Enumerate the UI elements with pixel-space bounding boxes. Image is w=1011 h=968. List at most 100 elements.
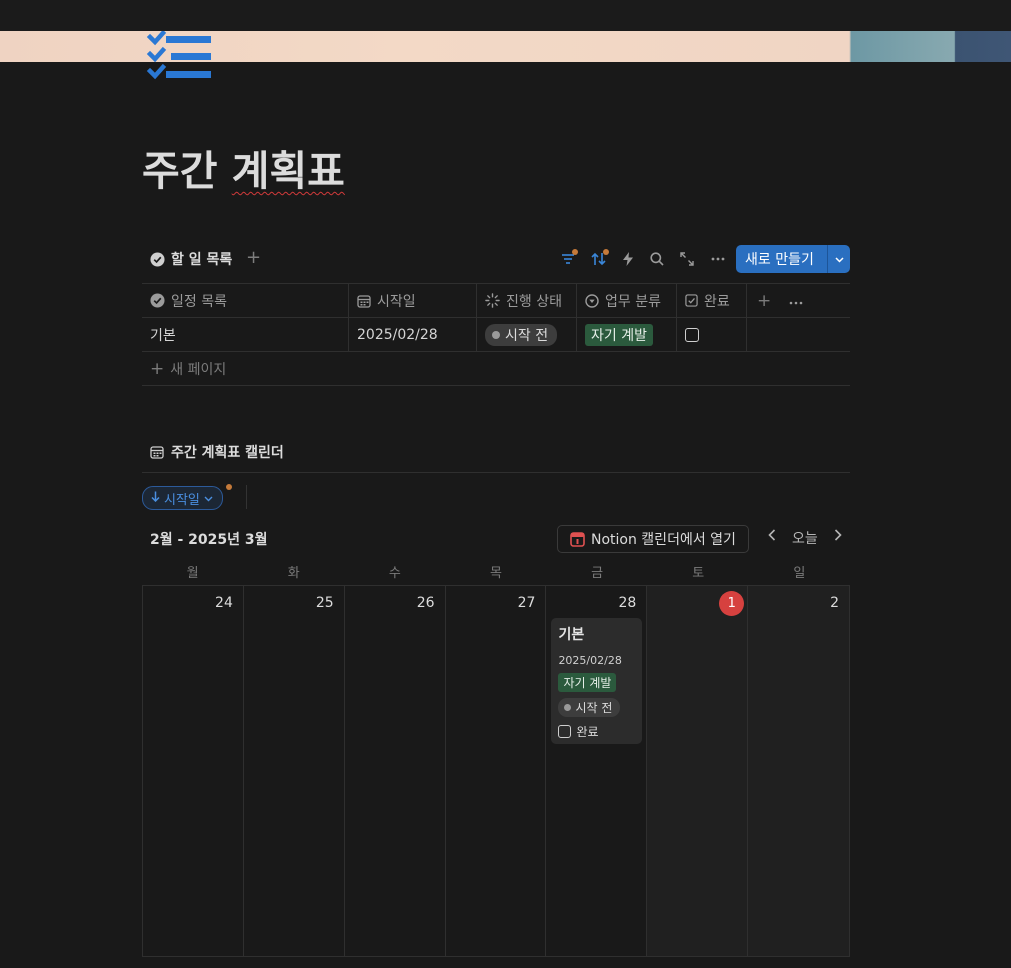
chevron-down-icon[interactable] [828,253,850,266]
calendar-day[interactable]: 27 [446,586,547,956]
database-tab[interactable]: 할 일 목록 [150,249,232,269]
checklist-icon[interactable] [146,29,214,89]
calendar-day-today[interactable]: 1 [647,586,749,956]
add-view-icon[interactable]: + [246,247,261,268]
table-header-row: 일정 목록 시작일 진행 상태 업무 분류 완료 + [142,284,850,318]
page-title[interactable]: 주간 계획표 [142,137,345,197]
calendar-event-card[interactable]: 기본 2025/02/28 자기 계발 시작 전 완료 [551,618,643,744]
day-number: 26 [416,595,435,611]
filter-icon[interactable] [558,249,578,269]
weekday-label: 일 [793,566,806,581]
column-header-label: 업무 분류 [605,293,661,310]
new-button-label: 새로 만들기 [745,252,814,268]
column-header-category[interactable]: 업무 분류 [577,284,677,317]
row-empty-cell [747,318,850,351]
column-header-start-date[interactable]: 시작일 [349,284,477,317]
notion-calendar-icon [570,531,585,547]
calendar-day[interactable]: 24 [143,586,244,956]
calendar-icon [150,446,164,459]
weekday-label: 목 [489,566,502,581]
sort-icon[interactable] [588,249,609,269]
column-header-label: 일정 목록 [171,293,227,310]
column-header-label: 완료 [704,293,730,310]
calendar-day[interactable]: 28 기본 2025/02/28 자기 계발 시작 전 완료 [546,586,648,956]
weekday-label: 화 [287,566,300,581]
open-notion-calendar-button[interactable]: Notion 캘린더에서 열기 [557,525,749,553]
status-dot [564,704,572,711]
search-icon[interactable] [647,249,667,269]
row-status-cell[interactable]: 시작 전 [477,318,577,351]
day-number: 25 [315,595,334,611]
status-badge: 시작 전 [485,323,558,346]
row-category-cell[interactable]: 자기 계발 [577,318,677,351]
new-page-button[interactable]: + 새 페이지 [142,352,850,386]
row-start-date: 2025/02/28 [357,326,438,343]
database-header: 할 일 목록 + 새로 만들기 [142,245,850,273]
calendar-day[interactable]: 2 [748,586,850,956]
new-button[interactable]: 새로 만들기 [736,245,850,273]
more-options-icon[interactable] [708,249,728,269]
day-number: 28 [618,595,637,611]
day-number: 24 [215,595,233,611]
event-title: 기본 [558,627,585,643]
weekday-label: 토 [692,566,705,581]
plus-icon: + [150,358,165,379]
expand-icon[interactable] [677,249,697,269]
calendar-icon [357,294,371,308]
row-name-cell[interactable]: 기본 [142,318,349,351]
event-status-label: 시작 전 [575,701,613,715]
event-status-badge: 시작 전 [558,698,621,717]
event-done-checkbox[interactable] [558,725,572,738]
chip-separator [246,485,247,509]
check-circle-icon [150,293,165,308]
column-header-actions: + [747,284,850,317]
calendar-title: 주간 계획표 캘린더 [171,445,284,461]
arrow-down-icon [151,491,160,506]
calendar-day[interactable]: 25 [244,586,345,956]
weekday-label: 금 [591,566,604,581]
add-property-icon[interactable]: + [757,291,771,311]
database-table: 일정 목록 시작일 진행 상태 업무 분류 완료 + 기본 2025/02/28… [142,283,850,386]
weekday-label: 수 [388,566,401,581]
automation-bolt-icon[interactable] [618,249,638,269]
day-number: 2 [830,595,840,611]
event-category-tag: 자기 계발 [558,673,617,692]
page-title-part2: 계획표 [231,147,345,195]
previous-icon[interactable] [768,529,776,545]
calendar-view-tab[interactable]: 주간 계획표 캘린더 [150,442,284,462]
row-start-date-cell[interactable]: 2025/02/28 [349,318,477,351]
column-header-schedule[interactable]: 일정 목록 [142,284,349,317]
checkbox-icon [685,294,698,307]
sort-chip-label: 시작일 [164,492,200,508]
database-tab-label: 할 일 목록 [171,252,233,268]
more-options-icon[interactable] [789,293,803,309]
status-loader-icon [485,293,500,308]
new-page-label: 새 페이지 [170,361,227,378]
select-icon [585,293,599,308]
status-label: 시작 전 [505,327,549,344]
column-header-status[interactable]: 진행 상태 [477,284,577,317]
row-name: 기본 [150,327,176,344]
day-number: 27 [517,595,536,611]
window-top-strip [0,0,1011,31]
calendar-day[interactable]: 26 [345,586,446,956]
column-header-done[interactable]: 완료 [677,284,747,317]
weekday-header: 월 화 수 목 금 토 일 [142,562,850,581]
open-notion-calendar-label: Notion 캘린더에서 열기 [591,532,736,548]
table-row[interactable]: 기본 2025/02/28 시작 전 자기 계발 [142,318,850,352]
column-header-label: 진행 상태 [506,293,562,310]
next-icon[interactable] [834,529,842,545]
column-header-label: 시작일 [377,293,416,310]
page-title-part1: 주간 [142,147,218,195]
category-tag: 자기 계발 [585,323,653,346]
event-date: 2025/02/28 [558,654,622,667]
done-checkbox[interactable] [685,327,699,342]
check-circle-icon [150,251,165,267]
chevron-down-icon [204,491,213,506]
sort-indicator-dot [226,484,232,490]
month-label: 2월 - 2025년 3월 [150,532,268,548]
status-dot [492,330,500,339]
sort-chip[interactable]: 시작일 [142,486,223,510]
today-button[interactable]: 오늘 [792,528,818,548]
weekday-label: 월 [186,566,199,581]
